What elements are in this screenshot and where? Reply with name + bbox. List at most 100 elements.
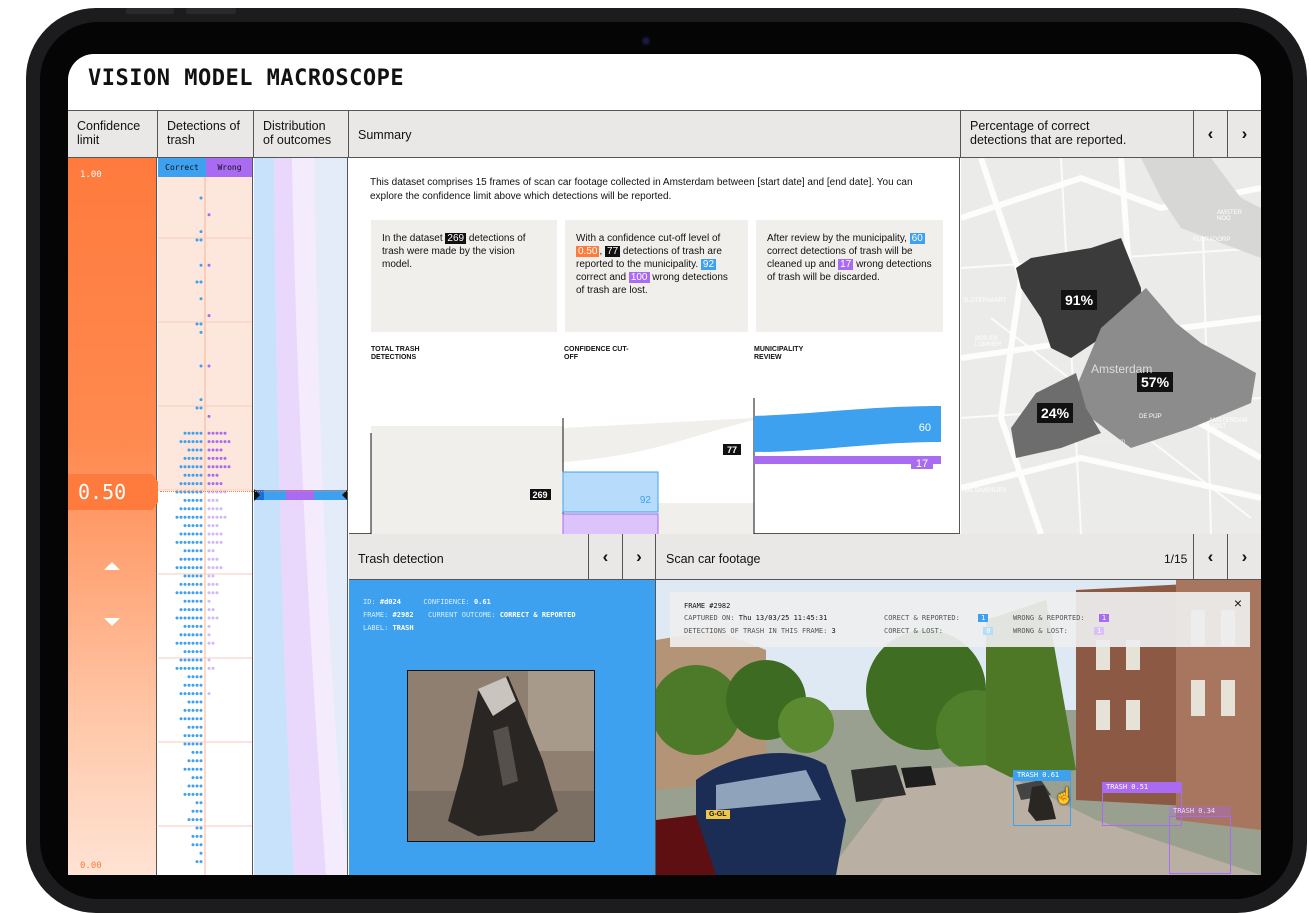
wrong-detection-dot bbox=[211, 456, 215, 460]
correct-detection-dot bbox=[187, 700, 191, 704]
correct-detection-dot bbox=[195, 860, 199, 864]
correct-detection-dot bbox=[187, 532, 191, 536]
correct-detection-dot bbox=[187, 456, 191, 460]
correct-detection-dot bbox=[199, 801, 203, 805]
map-prev-button[interactable]: ‹ bbox=[1193, 111, 1227, 157]
correct-detection-dot bbox=[195, 524, 199, 528]
wrong-detection-dot bbox=[207, 658, 211, 662]
correct-detection-dot bbox=[199, 549, 203, 553]
detections-in-frame: 3 bbox=[831, 627, 836, 635]
wrong-detection-dot bbox=[211, 448, 215, 452]
correct-detection-dot bbox=[183, 574, 187, 578]
wrong-detection-dot bbox=[215, 498, 219, 502]
map-next-button[interactable]: › bbox=[1227, 111, 1261, 157]
correct-detection-dot bbox=[191, 440, 195, 444]
correct-detection-dot bbox=[179, 482, 183, 486]
chevron-left-icon: ‹ bbox=[1207, 124, 1214, 143]
correct-detection-dot bbox=[199, 818, 203, 822]
wrong-detection-dot bbox=[207, 448, 211, 452]
percentage-title: Percentage of correct detections that ar… bbox=[970, 119, 1127, 147]
reported-tag: 77 bbox=[605, 246, 621, 257]
correct-detection-dot bbox=[187, 624, 191, 628]
trash-next-button[interactable]: › bbox=[622, 534, 656, 580]
wrong-detection-dot bbox=[219, 431, 223, 435]
correct-detection-dot bbox=[183, 591, 187, 595]
scan-car-footage-panel[interactable]: G-GL FRAME #2982 CAPTURED ON: Thu 13/03/… bbox=[656, 580, 1261, 875]
correct-detection-dot bbox=[199, 616, 203, 620]
frame-info-panel: FRAME #2982 CAPTURED ON: Thu 13/03/25 11… bbox=[670, 592, 1250, 647]
camera-icon bbox=[641, 36, 651, 46]
correct-detection-dot bbox=[191, 650, 195, 654]
hand-cursor-icon: ☝ bbox=[1054, 788, 1074, 805]
triangle-up-icon[interactable] bbox=[104, 562, 120, 570]
wrong-detection-dot bbox=[211, 557, 215, 561]
correct-detection-dot bbox=[191, 431, 195, 435]
correct-detection-dot bbox=[199, 784, 203, 788]
confidence-slider[interactable]: 1.00 0.00 bbox=[68, 158, 157, 875]
correct-detection-dot bbox=[199, 263, 203, 267]
wrong-detection-dot bbox=[215, 473, 219, 477]
wrong-detection-dot bbox=[207, 666, 211, 670]
wrong-detection-dot bbox=[207, 507, 211, 511]
close-icon[interactable]: × bbox=[1234, 595, 1242, 611]
correct-detection-dot bbox=[183, 582, 187, 586]
map-label-floradorp: FLORADORP bbox=[1193, 237, 1231, 243]
confidence-value-handle[interactable]: 0.50 bbox=[68, 474, 166, 510]
correct-detection-dot bbox=[191, 557, 195, 561]
map-panel[interactable]: 91% 57% 24% Amsterdam AMSTER NOO FLORADO… bbox=[961, 158, 1261, 534]
correct-detection-dot bbox=[199, 666, 203, 670]
footage-next-button[interactable]: › bbox=[1227, 534, 1261, 580]
correct-detection-dot bbox=[199, 582, 203, 586]
correct-detection-dot bbox=[199, 574, 203, 578]
header-detections: Detections of trash bbox=[158, 111, 254, 158]
correct-detection-dot bbox=[195, 591, 199, 595]
detection-box-wrong-lost[interactable]: TRASH 0.34 bbox=[1169, 806, 1231, 874]
trash-prev-button[interactable]: ‹ bbox=[588, 534, 622, 580]
correct-detection-dot bbox=[195, 322, 199, 326]
correct-detection-dot bbox=[191, 532, 195, 536]
correct-detection-dot bbox=[187, 515, 191, 519]
sankey-total-label: 269 bbox=[532, 490, 547, 500]
footage-prev-button[interactable]: ‹ bbox=[1193, 534, 1227, 580]
correct-detection-dot bbox=[183, 717, 187, 721]
correct-detection-dot bbox=[199, 280, 203, 284]
wrong-detection-dot bbox=[219, 532, 223, 536]
correct-detection-dot bbox=[183, 456, 187, 460]
correct-detection-dot bbox=[191, 792, 195, 796]
correct-detection-dot bbox=[191, 482, 195, 486]
correct-detection-dot bbox=[195, 734, 199, 738]
wrong-detection-dot bbox=[215, 532, 219, 536]
correct-detection-dot bbox=[191, 473, 195, 477]
correct-detection-dot bbox=[199, 809, 203, 813]
wrong-detection-dot bbox=[207, 314, 211, 318]
wrong-detection-dot bbox=[223, 515, 227, 519]
correct-detection-dot bbox=[199, 322, 203, 326]
wrong-detection-dot bbox=[215, 616, 219, 620]
correct-detection-dot bbox=[195, 767, 199, 771]
sankey-cleaned-label: 60 bbox=[919, 422, 931, 434]
correct-detection-dot bbox=[179, 507, 183, 511]
correct-detection-dot bbox=[187, 658, 191, 662]
correct-detection-dot bbox=[175, 515, 179, 519]
correct-detection-dot bbox=[187, 473, 191, 477]
wrong-lost-count: 1 bbox=[1094, 627, 1105, 635]
correct-detection-dot bbox=[175, 666, 179, 670]
correct-detection-dot bbox=[199, 297, 203, 301]
map-label-slotervaart: SLOTERVAART bbox=[963, 298, 1007, 304]
correct-detection-dot bbox=[199, 456, 203, 460]
correct-detection-dot bbox=[191, 515, 195, 519]
correct-detection-dot bbox=[199, 238, 203, 242]
top-button bbox=[186, 8, 236, 14]
correct-detection-dot bbox=[199, 448, 203, 452]
wrong-detection-dot bbox=[215, 440, 219, 444]
wrong-detection-dot bbox=[211, 524, 215, 528]
triangle-down-icon[interactable] bbox=[104, 618, 120, 626]
correct-detection-dot bbox=[199, 557, 203, 561]
wrong-detection-dot bbox=[215, 566, 219, 570]
correct-detection-dot bbox=[199, 683, 203, 687]
correct-detection-dot bbox=[199, 692, 203, 696]
correct-detection-dot bbox=[199, 406, 203, 410]
wrong-detection-dot bbox=[207, 582, 211, 586]
wrong-detection-dot bbox=[215, 582, 219, 586]
correct-detection-dot bbox=[191, 448, 195, 452]
